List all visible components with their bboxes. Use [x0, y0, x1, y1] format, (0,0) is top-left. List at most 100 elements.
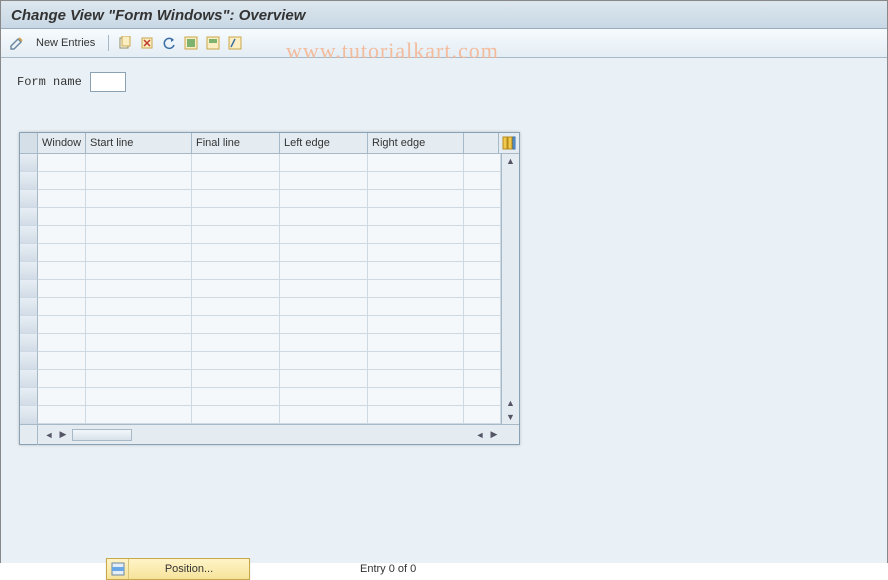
row-selector[interactable] — [20, 406, 38, 424]
cell-window[interactable] — [38, 154, 86, 172]
cell-left-edge[interactable] — [280, 262, 368, 280]
row-selector[interactable] — [20, 172, 38, 190]
cell-left-edge[interactable] — [280, 280, 368, 298]
cell-left-edge[interactable] — [280, 244, 368, 262]
cell-right-edge[interactable] — [368, 352, 464, 370]
cell-final-line[interactable] — [192, 370, 280, 388]
scroll-down-icon[interactable]: ▼ — [502, 410, 519, 424]
row-selector[interactable] — [20, 208, 38, 226]
row-selector[interactable] — [20, 316, 38, 334]
cell-left-edge[interactable] — [280, 406, 368, 424]
cell-start-line[interactable] — [86, 316, 192, 334]
cell-final-line[interactable] — [192, 316, 280, 334]
horizontal-scrollbar[interactable]: ◄ ▶ ◄ ▶ — [20, 424, 519, 444]
cell-start-line[interactable] — [86, 262, 192, 280]
cell-final-line[interactable] — [192, 244, 280, 262]
row-selector[interactable] — [20, 280, 38, 298]
column-header-right-edge[interactable]: Right edge — [368, 133, 464, 153]
row-selector[interactable] — [20, 370, 38, 388]
cell-window[interactable] — [38, 226, 86, 244]
cell-final-line[interactable] — [192, 406, 280, 424]
cell-start-line[interactable] — [86, 154, 192, 172]
position-button[interactable]: Position... — [106, 558, 250, 580]
cell-final-line[interactable] — [192, 334, 280, 352]
cell-start-line[interactable] — [86, 334, 192, 352]
cell-final-line[interactable] — [192, 352, 280, 370]
cell-left-edge[interactable] — [280, 334, 368, 352]
cell-right-edge[interactable] — [368, 244, 464, 262]
cell-final-line[interactable] — [192, 226, 280, 244]
cell-left-edge[interactable] — [280, 226, 368, 244]
cell-right-edge[interactable] — [368, 370, 464, 388]
select-all-rows-header[interactable] — [20, 133, 38, 153]
cell-final-line[interactable] — [192, 280, 280, 298]
cell-window[interactable] — [38, 388, 86, 406]
scroll-down-step-icon[interactable]: ▲ — [502, 396, 519, 410]
cell-window[interactable] — [38, 298, 86, 316]
cell-right-edge[interactable] — [368, 388, 464, 406]
cell-right-edge[interactable] — [368, 208, 464, 226]
cell-start-line[interactable] — [86, 280, 192, 298]
cell-final-line[interactable] — [192, 154, 280, 172]
row-selector[interactable] — [20, 226, 38, 244]
cell-start-line[interactable] — [86, 370, 192, 388]
cell-start-line[interactable] — [86, 244, 192, 262]
cell-final-line[interactable] — [192, 172, 280, 190]
cell-right-edge[interactable] — [368, 190, 464, 208]
toggle-display-change-icon[interactable] — [7, 33, 27, 53]
new-entries-button[interactable]: New Entries — [29, 34, 102, 52]
cell-right-edge[interactable] — [368, 262, 464, 280]
row-selector[interactable] — [20, 262, 38, 280]
vscroll-track[interactable] — [502, 168, 519, 396]
cell-right-edge[interactable] — [368, 406, 464, 424]
undo-change-icon[interactable] — [159, 33, 179, 53]
cell-window[interactable] — [38, 172, 86, 190]
cell-right-edge[interactable] — [368, 280, 464, 298]
cell-final-line[interactable] — [192, 388, 280, 406]
hscroll-thumb[interactable] — [72, 429, 132, 441]
cell-window[interactable] — [38, 406, 86, 424]
scroll-left-first-icon[interactable]: ◄ — [42, 430, 56, 440]
scroll-right-last-icon[interactable]: ▶ — [487, 429, 501, 440]
cell-right-edge[interactable] — [368, 298, 464, 316]
cell-window[interactable] — [38, 208, 86, 226]
cell-left-edge[interactable] — [280, 370, 368, 388]
scroll-up-icon[interactable]: ▲ — [502, 154, 519, 168]
cell-start-line[interactable] — [86, 298, 192, 316]
cell-left-edge[interactable] — [280, 316, 368, 334]
cell-window[interactable] — [38, 262, 86, 280]
column-header-final-line[interactable]: Final line — [192, 133, 280, 153]
row-selector[interactable] — [20, 388, 38, 406]
cell-window[interactable] — [38, 280, 86, 298]
row-selector[interactable] — [20, 190, 38, 208]
cell-final-line[interactable] — [192, 262, 280, 280]
column-header-window[interactable]: Window — [38, 133, 86, 153]
cell-start-line[interactable] — [86, 388, 192, 406]
cell-final-line[interactable] — [192, 298, 280, 316]
cell-window[interactable] — [38, 370, 86, 388]
cell-start-line[interactable] — [86, 406, 192, 424]
select-all-icon[interactable] — [181, 33, 201, 53]
cell-left-edge[interactable] — [280, 154, 368, 172]
column-header-left-edge[interactable]: Left edge — [280, 133, 368, 153]
cell-start-line[interactable] — [86, 172, 192, 190]
scroll-left-icon[interactable]: ▶ — [56, 429, 70, 440]
cell-left-edge[interactable] — [280, 388, 368, 406]
row-selector[interactable] — [20, 298, 38, 316]
row-selector[interactable] — [20, 154, 38, 172]
cell-right-edge[interactable] — [368, 154, 464, 172]
copy-as-icon[interactable] — [115, 33, 135, 53]
cell-start-line[interactable] — [86, 208, 192, 226]
row-selector[interactable] — [20, 352, 38, 370]
cell-left-edge[interactable] — [280, 208, 368, 226]
cell-right-edge[interactable] — [368, 172, 464, 190]
cell-left-edge[interactable] — [280, 190, 368, 208]
cell-left-edge[interactable] — [280, 352, 368, 370]
row-selector[interactable] — [20, 334, 38, 352]
cell-start-line[interactable] — [86, 190, 192, 208]
cell-right-edge[interactable] — [368, 316, 464, 334]
cell-final-line[interactable] — [192, 208, 280, 226]
cell-window[interactable] — [38, 190, 86, 208]
cell-final-line[interactable] — [192, 190, 280, 208]
cell-start-line[interactable] — [86, 352, 192, 370]
